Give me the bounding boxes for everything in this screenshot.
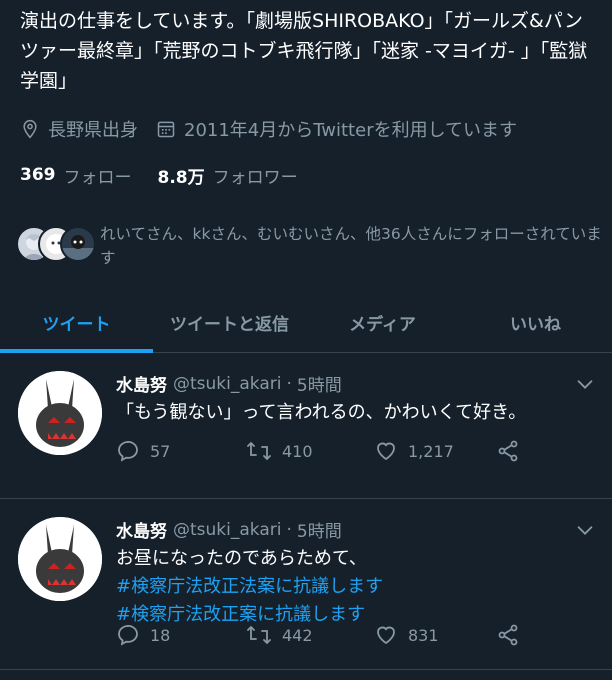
like-button[interactable]: 831 xyxy=(374,623,496,647)
tweet[interactable]: 水島努 @tsuki_akari · 5時間 「もう観ない」って言われるの、かわ… xyxy=(0,353,612,499)
calendar-icon xyxy=(157,121,175,138)
like-icon xyxy=(377,442,395,461)
hashtag-link[interactable]: #検察庁法改正法案に抗議します xyxy=(116,573,596,601)
share-button[interactable] xyxy=(496,623,530,647)
location-icon xyxy=(23,119,37,139)
author-name[interactable]: 水島努 xyxy=(116,371,167,396)
follow-stats: 369 フォロー 8.8万 フォロワー xyxy=(20,160,324,190)
tweet-actions: 18 442 831 xyxy=(116,623,530,647)
followed-by[interactable]: れいてさん、kkさん、むいむいさん、他36人さんにフォローされています xyxy=(16,220,606,270)
tweet-header: 水島努 @tsuki_akari · 5時間 xyxy=(116,517,342,543)
share-icon xyxy=(498,440,518,462)
reply-button[interactable]: 18 xyxy=(116,623,246,647)
retweet-button[interactable]: 410 xyxy=(246,439,374,463)
avatar[interactable] xyxy=(18,371,102,455)
reply-count: 57 xyxy=(150,441,171,461)
avatar[interactable] xyxy=(18,517,102,601)
avatar xyxy=(60,226,96,262)
author-handle[interactable]: @tsuki_akari xyxy=(173,520,281,540)
following-count[interactable]: 369 xyxy=(20,165,56,185)
tweet-header: 水島努 @tsuki_akari · 5時間 xyxy=(116,371,342,397)
reply-icon xyxy=(118,624,138,646)
chevron-down-icon[interactable] xyxy=(574,373,596,395)
followed-by-text: れいてさん、kkさん、むいむいさん、他36人さんにフォローされています xyxy=(100,225,602,267)
reply-count: 18 xyxy=(150,625,171,645)
separator: · xyxy=(286,373,292,394)
reply-button[interactable]: 57 xyxy=(116,439,246,463)
location-item: 長野県出身 xyxy=(20,116,138,142)
joined-item: 2011年4月からTwitterを利用しています xyxy=(156,116,517,142)
joined-text: 2011年4月からTwitterを利用しています xyxy=(184,120,518,141)
separator: · xyxy=(286,519,292,540)
profile-meta: 長野県出身 2011年4月からTwitterを利用しています xyxy=(20,114,535,144)
like-button[interactable]: 1,217 xyxy=(374,439,496,463)
chevron-down-icon[interactable] xyxy=(574,519,596,541)
followers-count[interactable]: 8.8万 xyxy=(158,163,205,188)
profile-bio: 演出の仕事をしています。「劇場版SHIROBAKO」「ガールズ&パンツァー最終章… xyxy=(20,10,588,92)
tweet-time[interactable]: 5時間 xyxy=(297,517,342,542)
reply-icon xyxy=(118,440,138,462)
following-label[interactable]: フォロー xyxy=(64,163,132,188)
tweet-text-block: お昼になったのであらためて、 #検察庁法改正法案に抗議します #検察庁法改正案に… xyxy=(116,545,596,629)
tweet[interactable]: 水島努 @tsuki_akari · 5時間 お昼になったのであらためて、 #検… xyxy=(0,499,612,670)
like-count: 1,217 xyxy=(408,441,454,461)
tweet-actions: 57 410 1,217 xyxy=(116,439,530,463)
retweet-icon xyxy=(247,441,271,461)
tab-media[interactable]: メディア xyxy=(306,292,459,352)
tweet-text: 「もう観ない」って言われるの、かわいくて好き。 xyxy=(116,402,527,423)
author-handle[interactable]: @tsuki_akari xyxy=(173,374,281,394)
profile-tabs: ツイート ツイートと返信 メディア いいね xyxy=(0,292,612,353)
tab-tweets-and-replies[interactable]: ツイートと返信 xyxy=(153,292,306,352)
like-count: 831 xyxy=(408,625,439,645)
share-icon xyxy=(498,624,518,646)
location-text: 長野県出身 xyxy=(48,120,138,141)
author-name[interactable]: 水島努 xyxy=(116,517,167,542)
tweet-time[interactable]: 5時間 xyxy=(297,371,342,396)
share-button[interactable] xyxy=(496,439,530,463)
like-icon xyxy=(377,626,395,645)
followers-label[interactable]: フォロワー xyxy=(213,163,298,188)
retweet-count: 410 xyxy=(282,441,313,461)
tab-likes[interactable]: いいね xyxy=(459,292,612,352)
tweet-text: お昼になったのであらためて、 xyxy=(116,548,367,569)
follower-avatars xyxy=(16,220,100,266)
tab-tweets[interactable]: ツイート xyxy=(0,292,153,353)
retweet-icon xyxy=(247,625,271,645)
retweet-button[interactable]: 442 xyxy=(246,623,374,647)
retweet-count: 442 xyxy=(282,625,313,645)
